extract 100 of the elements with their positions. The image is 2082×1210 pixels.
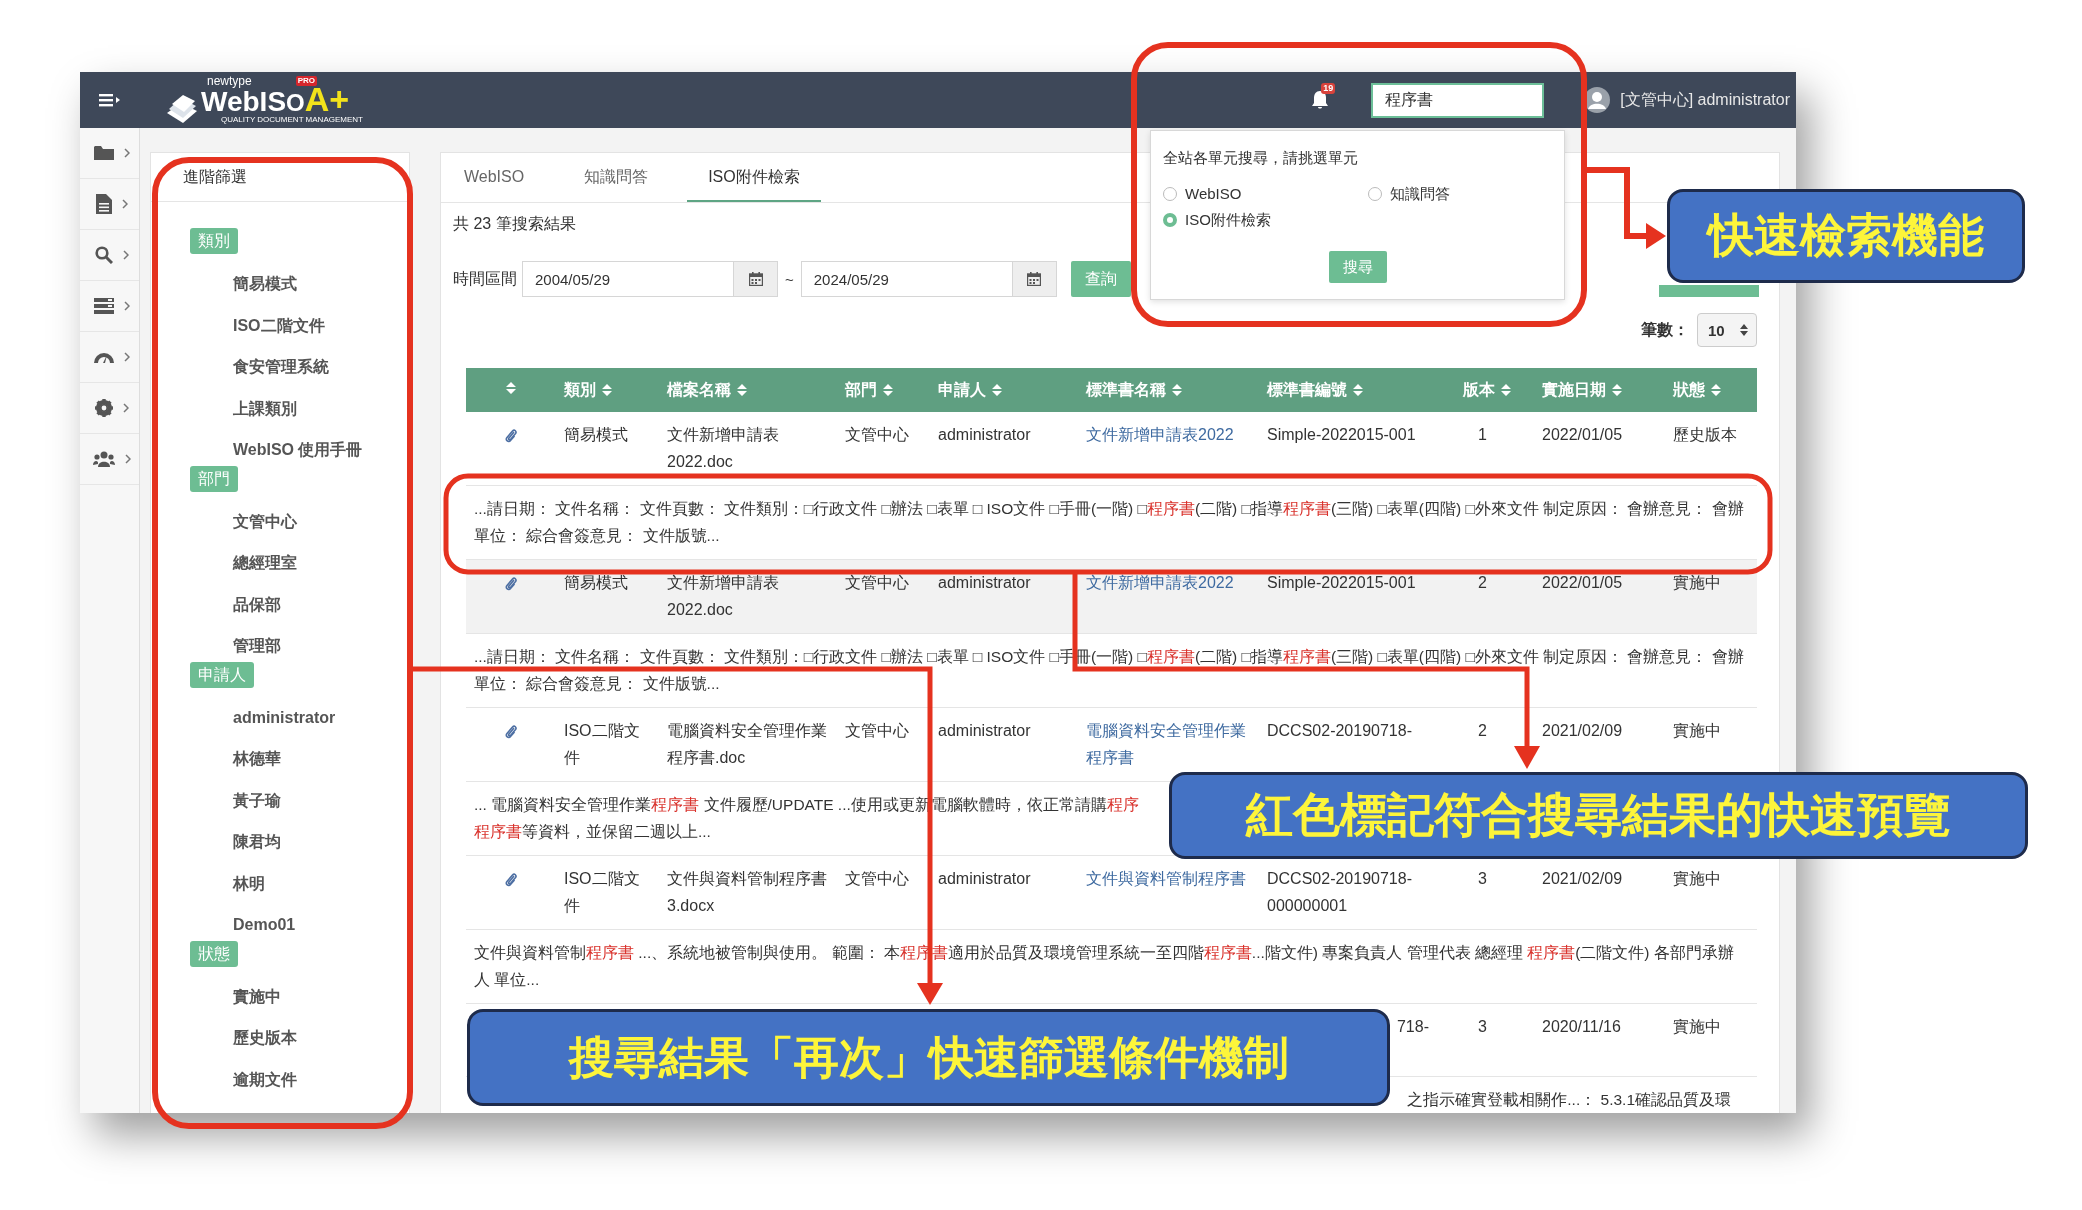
table-cell: 歷史版本	[1673, 426, 1737, 443]
radio-label[interactable]: ISO附件檢索	[1185, 209, 1271, 231]
table-cell: 電腦資料安全管理作業程序書.doc	[667, 722, 827, 766]
filter-link[interactable]: administrator	[190, 696, 409, 738]
table-cell: administrator	[938, 426, 1031, 443]
table-cell: 簡易模式	[564, 426, 628, 443]
group-label: 申請人	[190, 661, 254, 688]
filter-link[interactable]: 林明	[190, 862, 409, 904]
preview-text: ...請日期： 文件名稱： 文件頁數： 文件類別：□行政文件 □辦法 □表單 □ ISO文件 □手冊(一階) □程序書(二階) □指導程序書(三階) □表單(四階) □外來文件 制定原因： 會辦意見： 會辦單位： 綜合會簽意見： 文件版號...	[474, 499, 1745, 546]
result-count: 共 23 筆搜索結果	[453, 214, 576, 234]
filter-link[interactable]: 歷史版本	[190, 1017, 409, 1059]
table-cell: 文管中心	[845, 722, 909, 739]
table-cell: 文管中心	[845, 574, 909, 591]
callout: 搜尋結果「再次」快速篩選條件機制	[467, 1009, 1390, 1106]
calendar-button[interactable]	[1012, 261, 1057, 297]
chevron-icon	[122, 250, 129, 260]
filter-link[interactable]: 文管中心	[190, 500, 409, 542]
filter-link[interactable]: 簡易模式	[190, 263, 409, 305]
table-cell: 文件與資料管制程序書3.docx	[667, 870, 827, 914]
filter-link[interactable]: 總經理室	[190, 542, 409, 584]
tab[interactable]: 知識問答	[563, 153, 670, 202]
page-size-select[interactable]: 10	[1697, 313, 1757, 347]
filter-link[interactable]: 逾期文件	[190, 1058, 409, 1100]
radio-button[interactable]	[1163, 213, 1177, 227]
document-link[interactable]: 文件與資料管制程序書	[1086, 866, 1246, 893]
paperclip-icon[interactable]	[504, 723, 517, 739]
avatar-icon[interactable]	[1584, 87, 1611, 113]
table-cell: 2022/01/05	[1542, 574, 1623, 591]
paperclip-icon[interactable]	[504, 871, 517, 887]
field-label: 時間區間	[453, 268, 517, 289]
chevron-icon	[123, 148, 130, 158]
folder-icon	[93, 145, 114, 161]
paperclip-icon[interactable]	[504, 427, 517, 443]
group-label: 狀態	[190, 940, 238, 967]
search-icon	[94, 246, 113, 264]
brand-tagline: newtype	[207, 75, 252, 87]
date-field[interactable]: 2004/05/29	[522, 261, 734, 297]
table-cell: 簡易模式	[564, 574, 628, 591]
search-field[interactable]: 程序書	[1371, 82, 1545, 118]
chevron-icon	[124, 454, 131, 464]
filter-link[interactable]: 品保部	[190, 583, 409, 625]
table-cell: administrator	[938, 574, 1031, 591]
filter-link[interactable]: ISO二階文件	[190, 304, 409, 346]
bell-icon[interactable]	[1311, 90, 1330, 110]
group-label: 部門	[190, 465, 238, 492]
table-cell: 文管中心	[845, 426, 909, 443]
table-cell: Simple-2022015-001	[1267, 574, 1416, 591]
radio-button[interactable]	[1368, 187, 1382, 201]
document-link[interactable]: 電腦資料安全管理作業程序書	[1086, 718, 1250, 771]
filter-link[interactable]: 上課類別	[190, 387, 409, 429]
filter-link[interactable]: 實施中	[190, 975, 409, 1017]
menu-icon	[99, 93, 121, 107]
user-name[interactable]: [文管中心] administrator	[1620, 89, 1790, 111]
filter-link[interactable]: 林德華	[190, 738, 409, 780]
table-cell: 2	[1478, 574, 1487, 591]
users-icon	[92, 451, 115, 467]
filter-link[interactable]: 黃子瑜	[190, 779, 409, 821]
table-cell: 2021/02/09	[1542, 722, 1623, 739]
table-cell: 2020/11/16	[1542, 1018, 1621, 1035]
tab[interactable]: ISO附件檢索	[687, 153, 821, 202]
settings-icon	[94, 399, 113, 417]
table-cell: DCCS02-20190718-000000001	[1267, 870, 1412, 914]
calendar-icon	[1027, 272, 1042, 286]
table-cell: Simple-2022015-001	[1267, 426, 1416, 443]
table-cell: 1	[1478, 426, 1487, 443]
table-cell: ISO二階文件	[564, 870, 640, 914]
tab[interactable]: WebISO	[443, 153, 546, 202]
preview-text: ...請日期： 文件名稱： 文件頁數： 文件類別：□行政文件 □辦法 □表單 □ ISO文件 □手冊(一階) □程序書(二階) □指導程序書(三階) □表單(四階) □外來文件 制定原因： 會辦意見： 會辦單位： 綜合會簽意見： 文件版號...	[474, 647, 1745, 694]
table-cell: 實施中	[1673, 870, 1721, 887]
range-separator: ~	[785, 270, 794, 288]
table-cell: 文件新增申請表2022.doc	[667, 426, 779, 470]
file-icon	[95, 194, 112, 214]
date-field[interactable]: 2024/05/29	[800, 261, 1013, 297]
paperclip-icon[interactable]	[504, 575, 517, 591]
table-cell-text: 718-	[1395, 1017, 1429, 1037]
table-cell: 文管中心	[845, 870, 909, 887]
panel-title: 進階篩選	[151, 153, 409, 202]
table-cell: administrator	[938, 722, 1031, 739]
radio-button[interactable]	[1163, 187, 1177, 201]
chevron-icon	[123, 352, 130, 362]
chevron-icon	[123, 301, 130, 311]
popup-hint: 全站各單元搜尋，請挑選單元	[1163, 148, 1359, 168]
chevron-icon	[122, 403, 129, 413]
filter-link[interactable]: 陳君均	[190, 821, 409, 863]
document-link[interactable]: 文件新增申請表2022	[1086, 422, 1234, 449]
filter-link[interactable]: 食安管理系統	[190, 346, 409, 388]
sort-button[interactable]	[505, 381, 516, 395]
table-cell: ISO二階文件	[564, 722, 640, 766]
field-label: 筆數：	[1641, 319, 1689, 340]
calendar-button[interactable]	[734, 261, 778, 297]
radio-label[interactable]: WebISO	[1185, 183, 1242, 205]
table-cell: administrator	[938, 870, 1031, 887]
document-link[interactable]: 文件新增申請表2022	[1086, 570, 1234, 597]
list-icon	[93, 298, 114, 314]
radio-label[interactable]: 知識問答	[1390, 183, 1450, 205]
paper-stack-icon	[165, 95, 199, 125]
callout: 快速檢索機能	[1667, 189, 2025, 283]
chevron-icon	[121, 199, 128, 209]
table-cell: 3	[1478, 870, 1487, 887]
updown-icon	[1740, 323, 1748, 337]
